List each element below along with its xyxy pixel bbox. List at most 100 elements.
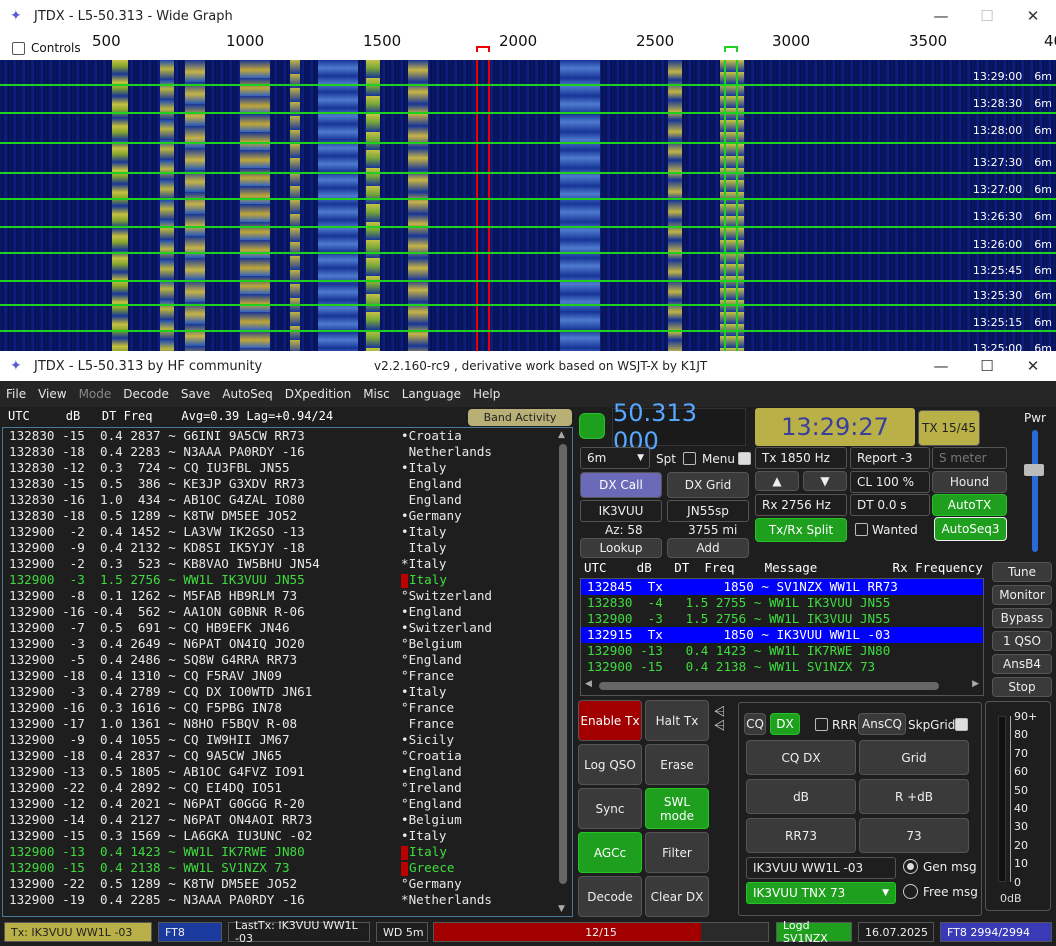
decode-row[interactable]: 132830 -18 0.5 1289 ~ K8TW DM5EE JO52 •Ge… [3,508,572,524]
rx-horizontal-scrollbar[interactable]: ◀ ▶ [583,679,981,693]
menu-misc[interactable]: Misc [357,387,396,401]
menu-save[interactable]: Save [175,387,216,401]
tab-arrows-icon[interactable]: ⩤ ⩤ [714,705,725,733]
decode-row[interactable]: 132900 -13 0.5 1805 ~ AB1OC G4FVZ IO91 •E… [3,764,572,780]
tx-rx-split-button[interactable]: Tx/Rx Split [755,518,847,542]
macro-rdb-button[interactable]: R +dB [859,779,969,814]
minimize-icon[interactable]: — [918,357,964,375]
rx-message-row[interactable]: 132900 -13 0.4 1423 ~ WW1L IK7RWE JN80 [581,643,983,659]
dial-frequency[interactable]: 50.313 000 [612,399,746,455]
decode-row[interactable]: 132900 -2 0.4 1452 ~ LA3VW IK2GSO -13 •It… [3,524,572,540]
decode-row[interactable]: 132900 -22 0.4 2892 ~ CQ EI4DQ IO51 °Irel… [3,780,572,796]
decode-row[interactable]: 132900 -13 0.4 1423 ~ WW1L IK7RWE JN80 It… [3,844,572,860]
stop-button[interactable]: Stop [992,677,1052,697]
menu-view[interactable]: View [32,387,72,401]
cl-spinner[interactable]: CL 100 % [850,471,930,493]
wide-graph-titlebar[interactable]: ✦ JTDX - L5-50.313 - Wide Graph — ☐ ✕ [0,0,1056,32]
menu-dxpedition[interactable]: DXpedition [279,387,357,401]
maximize-icon[interactable]: ☐ [964,7,1010,25]
lookup-button[interactable]: Lookup [580,538,662,558]
anscq-button[interactable]: AnsCQ [858,713,906,735]
band-activity-button[interactable]: Band Activity [468,409,572,426]
minimize-icon[interactable]: — [918,7,964,25]
decode-row[interactable]: 132900 -18 0.4 2837 ~ CQ 9A5CW JN65 °Croa… [3,748,572,764]
filter-button[interactable]: Filter [645,832,709,873]
power-slider-handle[interactable] [1024,464,1044,476]
free-msg-select[interactable]: IK3VUU TNX 73 ▼ [746,882,896,904]
erase-button[interactable]: Erase [645,744,709,785]
monitor-button[interactable]: Monitor [992,585,1052,605]
rx-message-row[interactable]: 132900 -15 0.4 2138 ~ WW1L SV1NZX 73 [581,659,983,675]
agcc-button[interactable]: AGCc [578,832,642,873]
decode-row[interactable]: 132900 -2 0.3 523 ~ KB8VAO IW5BHU JN54 *I… [3,556,572,572]
scroll-up-icon[interactable]: ▲ [558,430,565,440]
rx-frequency-list[interactable]: 132845 Tx 1850 ~ SV1NZX WW1L RR73 132830 … [580,578,984,696]
tx-freq-spinner[interactable]: Tx 1850 Hz [755,447,847,469]
rx-message-row[interactable]: 132830 -4 1.5 2755 ~ WW1L IK3VUU JN55 [581,595,983,611]
menu-autoseq[interactable]: AutoSeq [216,387,278,401]
rx-message-row[interactable]: 132915 Tx 1850 ~ IK3VUU WW1L -03 [581,627,983,643]
dt-spinner[interactable]: DT 0.0 s [850,494,930,516]
dx-call-button[interactable]: DX Call [580,472,662,498]
menu-decode[interactable]: Decode [117,387,175,401]
close-icon[interactable]: ✕ [1010,7,1056,25]
decode-row[interactable]: 132900 -17 1.0 1361 ~ N8HO F5BQV R-08 Fr… [3,716,572,732]
tx-period-button[interactable]: TX 15/45 [918,410,980,446]
freq-down-button[interactable]: ▼ [803,471,847,491]
main-titlebar[interactable]: ✦ JTDX - L5-50.313 by HF community v2.2.… [0,351,1056,381]
gen-msg-radio[interactable] [903,859,918,874]
halt-tx-button[interactable]: Halt Tx [645,700,709,741]
menu-help[interactable]: Help [467,387,506,401]
decode-row[interactable]: 132900 -15 0.3 1569 ~ LA6GKA IU3UNC -02 •… [3,828,572,844]
macro-grid-button[interactable]: Grid [859,740,969,775]
free-msg-radio[interactable] [903,884,918,899]
clear-dx-button[interactable]: Clear DX [645,876,709,917]
decode-row[interactable]: 132900 -3 0.4 2649 ~ N6PAT ON4IQ JO20 °Be… [3,636,572,652]
wanted-checkbox[interactable] [855,523,868,536]
ansb4-button[interactable]: AnsB4 [992,654,1052,674]
autoseq-button[interactable]: AutoSeq3 [934,517,1007,541]
rrr-checkbox[interactable] [815,718,828,731]
decode-row[interactable]: 132900 -9 0.4 2132 ~ KD8SI IK5YJY -18 It… [3,540,572,556]
scroll-down-icon[interactable]: ▼ [558,904,565,914]
macro-73-button[interactable]: 73 [859,818,969,853]
decode-row[interactable]: 132900 -16 -0.4 562 ~ AA1ON G0BNR R-06 •E… [3,604,572,620]
report-spinner[interactable]: Report -3 [850,447,930,469]
tune-button[interactable]: Tune [992,562,1052,582]
decode-row[interactable]: 132900 -3 1.5 2756 ~ WW1L IK3VUU JN55 Ita… [3,572,572,588]
dx-button[interactable]: DX [770,713,800,735]
decode-row[interactable]: 132900 -5 0.4 2486 ~ SQ8W G4RRA RR73 °Eng… [3,652,572,668]
rx-marker[interactable] [724,46,738,52]
rx-message-row[interactable]: 132845 Tx 1850 ~ SV1NZX WW1L RR73 [581,579,983,595]
maximize-icon[interactable]: ☐ [964,357,1010,375]
enable-tx-button[interactable]: Enable Tx [578,700,642,741]
waterfall[interactable]: 13:29:00 6m 13:28:30 6m 13:28:00 6m 13:27:3… [0,60,1056,352]
macro-db-button[interactable]: dB [746,779,856,814]
freq-up-button[interactable]: ▲ [755,471,799,491]
gen-msg-input[interactable]: IK3VUU WW1L -03 [746,857,896,879]
log-qso-button[interactable]: Log QSO [578,744,642,785]
band-select[interactable]: 6m ▼ [580,447,650,469]
decode-row[interactable]: 132900 -9 0.4 1055 ~ CQ IW9HII JM67 •Sici… [3,732,572,748]
dx-grid-button[interactable]: DX Grid [667,472,749,498]
rx-message-row[interactable]: 132900 -3 1.5 2756 ~ WW1L IK3VUU JN55 [581,611,983,627]
decode-row[interactable]: 132830 -12 0.3 724 ~ CQ IU3FBL JN55 •Ital… [3,460,572,476]
bypass-button[interactable]: Bypass [992,608,1052,628]
decode-row[interactable]: 132900 -8 0.1 1262 ~ M5FAB HB9RLM 73 °Swi… [3,588,572,604]
dx-grid-input[interactable]: JN55sp [667,500,749,522]
macro-rr73-button[interactable]: RR73 [746,818,856,853]
decode-row[interactable]: 132830 -15 0.4 2837 ~ G6INI 9A5CW RR73 •C… [3,428,572,444]
decode-row[interactable]: 132900 -7 0.5 691 ~ CQ HB9EFK JN46 •Switz… [3,620,572,636]
decode-row[interactable]: 132830 -16 1.0 434 ~ AB1OC G4ZAL IO80 En… [3,492,572,508]
power-slider-track[interactable] [1032,430,1038,552]
decode-row[interactable]: 132900 -15 0.4 2138 ~ WW1L SV1NZX 73 Gree… [3,860,572,876]
decode-row[interactable]: 132900 -22 0.5 1289 ~ K8TW DM5EE JO52 °Ge… [3,876,572,892]
rx-freq-spinner[interactable]: Rx 2756 Hz [755,494,847,516]
menu-language[interactable]: Language [396,387,467,401]
menu-checkbox[interactable] [738,452,751,465]
controls-checkbox[interactable]: Controls [12,41,81,55]
autotx-button[interactable]: AutoTX [932,494,1007,516]
decode-row[interactable]: 132830 -15 0.5 386 ~ KE3JP G3XDV RR73 En… [3,476,572,492]
decode-scrollbar[interactable]: ▲ ▼ [556,430,570,914]
add-button[interactable]: Add [667,538,749,558]
